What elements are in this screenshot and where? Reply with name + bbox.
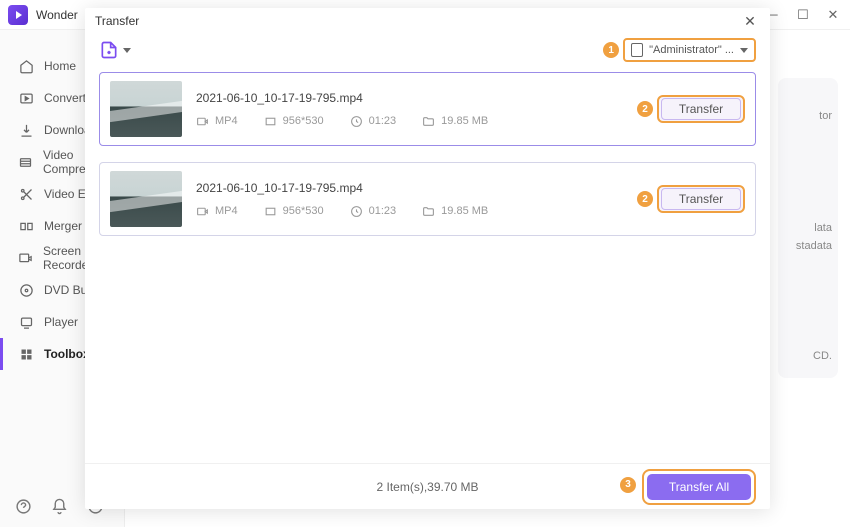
file-card[interactable]: 2021-06-10_10-17-19-795.mp4 MP4 956*530 … <box>99 72 756 146</box>
device-name: "Administrator" ... <box>649 44 734 56</box>
callout-2: 2 <box>637 191 653 207</box>
resolution-icon <box>264 205 277 218</box>
maximize-button[interactable]: ☐ <box>794 6 812 24</box>
file-size: 19.85 MB <box>441 205 488 217</box>
folder-icon <box>422 205 435 218</box>
dialog-title: Transfer <box>95 14 139 28</box>
resolution-icon <box>264 115 277 128</box>
file-thumbnail <box>110 171 182 227</box>
toolbox-icon <box>18 346 34 362</box>
callout-2: 2 <box>637 101 653 117</box>
clock-icon <box>350 205 363 218</box>
add-file-button[interactable] <box>99 40 131 60</box>
help-icon[interactable] <box>14 497 32 515</box>
transfer-button[interactable]: 2 Transfer <box>657 185 745 213</box>
device-icon <box>631 43 643 57</box>
file-resolution: 956*530 <box>283 115 324 127</box>
bg-text: lata <box>814 222 832 234</box>
file-format: MP4 <box>215 115 238 127</box>
file-list: 2021-06-10_10-17-19-795.mp4 MP4 956*530 … <box>85 66 770 463</box>
download-icon <box>18 122 34 138</box>
sidebar-label: Toolbox <box>44 347 90 361</box>
file-duration: 01:23 <box>369 205 397 217</box>
home-icon <box>18 58 34 74</box>
converter-icon <box>18 90 34 106</box>
sidebar-label: Player <box>44 315 78 329</box>
callout-1: 1 <box>603 42 619 58</box>
transfer-all-button[interactable]: Transfer All <box>647 474 751 500</box>
app-name: Wonder <box>36 8 78 22</box>
player-icon <box>18 314 34 330</box>
file-name: 2021-06-10_10-17-19-795.mp4 <box>196 181 643 195</box>
device-selector[interactable]: 1 "Administrator" ... <box>623 38 756 62</box>
file-name: 2021-06-10_10-17-19-795.mp4 <box>196 91 643 105</box>
scissors-icon <box>18 186 34 202</box>
close-window-button[interactable]: ✕ <box>824 6 842 24</box>
recorder-icon <box>18 250 33 266</box>
transfer-button[interactable]: 2 Transfer <box>657 95 745 123</box>
folder-icon <box>422 115 435 128</box>
callout-3: 3 <box>620 477 636 493</box>
file-card[interactable]: 2021-06-10_10-17-19-795.mp4 MP4 956*530 … <box>99 162 756 236</box>
bg-text: CD. <box>813 350 832 362</box>
merge-icon <box>18 218 34 234</box>
summary-text: 2 Item(s),39.70 MB <box>376 480 478 494</box>
sidebar-label: Home <box>44 59 76 73</box>
video-icon <box>196 115 209 128</box>
video-icon <box>196 205 209 218</box>
file-thumbnail <box>110 81 182 137</box>
bell-icon[interactable] <box>50 497 68 515</box>
transfer-all-wrapper: 3 Transfer All <box>642 469 756 505</box>
bg-text: tor <box>819 110 832 122</box>
transfer-label: Transfer <box>679 102 723 116</box>
file-size: 19.85 MB <box>441 115 488 127</box>
file-format: MP4 <box>215 205 238 217</box>
app-logo <box>8 5 28 25</box>
chevron-down-icon <box>740 48 748 53</box>
transfer-dialog: Transfer ✕ 1 "Administrator" ... 2021-06… <box>85 8 770 509</box>
chevron-down-icon <box>123 48 131 53</box>
bg-text: stadata <box>796 240 832 252</box>
clock-icon <box>350 115 363 128</box>
file-resolution: 956*530 <box>283 205 324 217</box>
file-duration: 01:23 <box>369 115 397 127</box>
compress-icon <box>18 154 33 170</box>
transfer-label: Transfer <box>679 192 723 206</box>
sidebar-label: Merger <box>44 219 82 233</box>
disc-icon <box>18 282 34 298</box>
close-dialog-button[interactable]: ✕ <box>740 11 760 31</box>
add-file-icon <box>99 40 119 60</box>
